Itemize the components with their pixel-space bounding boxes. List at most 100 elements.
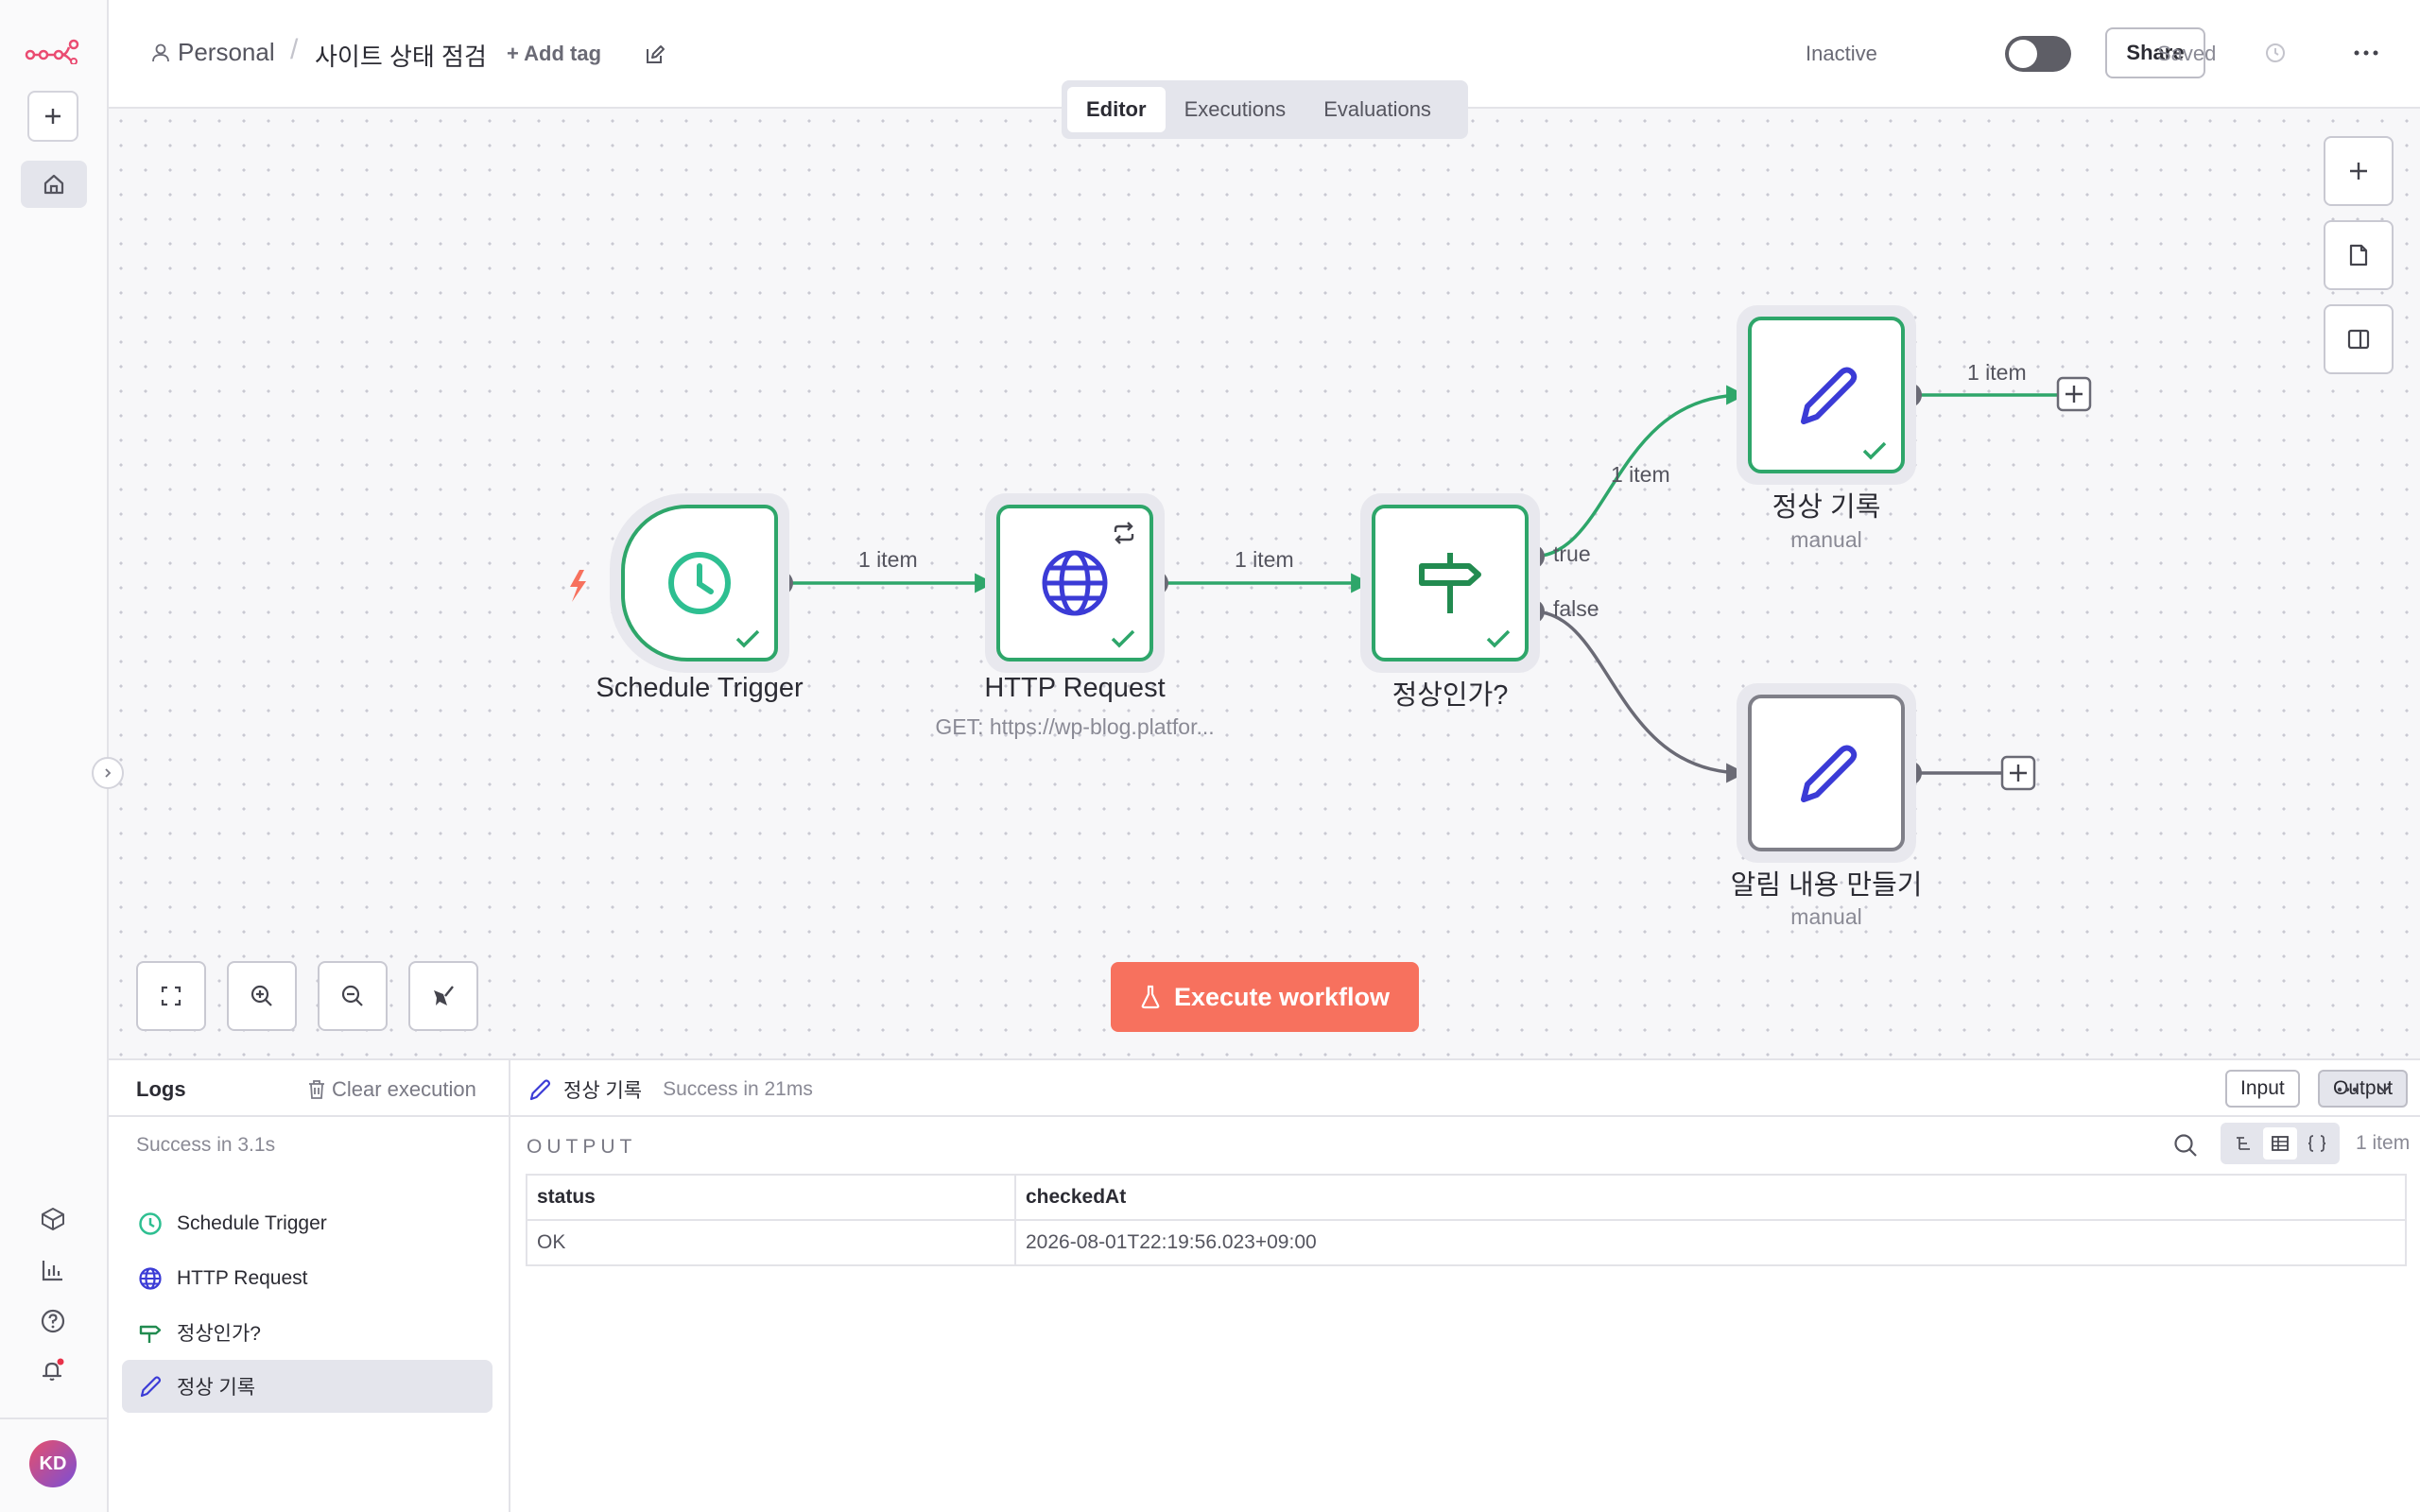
n8n-logo[interactable] — [25, 36, 81, 64]
repeat-icon — [1114, 522, 1134, 544]
success-check-icon — [1862, 441, 1887, 460]
home-nav[interactable] — [21, 161, 87, 208]
zoom-in-button[interactable] — [227, 961, 297, 1031]
node-normal-record[interactable] — [1737, 305, 1916, 485]
logs-panel: Logs Clear execution Success in 3.1s Sch… — [109, 1058, 2420, 1512]
log-item-label: HTTP Request — [177, 1267, 308, 1289]
pencil-icon — [1801, 745, 1858, 802]
node-subtitle: manual — [1790, 904, 1862, 929]
expand-sidebar-button[interactable] — [92, 757, 124, 789]
help-nav[interactable] — [36, 1304, 70, 1338]
fit-view-button[interactable] — [136, 961, 206, 1031]
chevron-down-icon[interactable] — [2375, 1081, 2394, 1096]
flask-icon — [1141, 985, 1160, 1009]
table-header-row: status checkedAt — [526, 1174, 2407, 1221]
tab-editor[interactable]: Editor — [1067, 87, 1166, 132]
workflow-name[interactable]: 사이트 상태 점검 — [315, 38, 487, 73]
tidy-up-button[interactable] — [408, 961, 478, 1031]
active-status-label: Inactive — [1806, 42, 1877, 65]
panel-divider — [512, 1115, 2420, 1117]
clock-icon — [137, 1211, 164, 1237]
add-sticky-note-button[interactable] — [2324, 220, 2394, 290]
edit-description-icon[interactable] — [644, 43, 666, 66]
tab-executions[interactable]: Executions — [1166, 87, 1305, 132]
connection-count-label: 1 item — [1967, 360, 2027, 385]
output-view-button[interactable]: Output — [2318, 1070, 2409, 1108]
plus-icon — [2350, 163, 2367, 180]
table-cell[interactable]: OK — [526, 1219, 1016, 1266]
history-icon[interactable] — [2264, 42, 2287, 64]
pencil-icon — [529, 1079, 551, 1101]
display-mode-toggle — [2221, 1123, 2340, 1164]
lightning-icon — [570, 570, 586, 602]
workflow-canvas[interactable]: 1 item 1 item 1 item true false 1 item S… — [109, 109, 2420, 1058]
node-schedule-trigger[interactable] — [610, 493, 789, 673]
notifications-nav[interactable] — [36, 1353, 70, 1387]
node-body — [1372, 505, 1529, 662]
tab-evaluations[interactable]: Evaluations — [1305, 87, 1450, 132]
node-alert-message[interactable] — [1737, 683, 1916, 863]
selected-node-header: 정상 기록 Success in 21ms — [527, 1075, 813, 1104]
clear-execution-label: Clear execution — [332, 1077, 476, 1101]
plus-icon — [45, 109, 60, 124]
connections-layer — [570, 376, 2092, 791]
add-button[interactable] — [27, 91, 78, 142]
toggle-knob — [2009, 40, 2037, 68]
success-check-icon — [735, 629, 760, 648]
log-item-if[interactable]: 정상인가? — [122, 1306, 493, 1359]
saved-status: Saved — [2157, 42, 2217, 65]
home-icon — [43, 174, 64, 195]
zoom-in-icon — [251, 985, 272, 1006]
avatar[interactable]: KD — [29, 1440, 77, 1487]
table-view-button[interactable] — [2262, 1127, 2297, 1160]
node-subtitle: manual — [1790, 527, 1862, 552]
log-item-schedule-trigger[interactable]: Schedule Trigger — [122, 1197, 493, 1250]
clock-icon — [668, 552, 731, 614]
node-label: HTTP Request — [984, 673, 1166, 703]
clear-execution-button[interactable]: Clear execution — [307, 1077, 476, 1102]
log-item-normal-record[interactable]: 정상 기록 — [122, 1360, 493, 1413]
view-tabs: Editor Executions Evaluations — [1062, 80, 1468, 139]
node-body — [996, 505, 1153, 662]
log-item-label: 정상인가? — [177, 1323, 261, 1345]
add-node-panel-button[interactable] — [2324, 136, 2394, 206]
add-node-button[interactable] — [2000, 755, 2036, 791]
trash-icon — [309, 1080, 324, 1099]
active-toggle[interactable] — [2005, 36, 2071, 72]
execution-summary: Success in 3.1s — [136, 1134, 276, 1156]
templates-nav[interactable] — [36, 1202, 70, 1236]
node-label: 정상 기록 — [1772, 492, 1881, 523]
bar-chart-icon — [42, 1261, 62, 1281]
node-if[interactable] — [1360, 493, 1540, 673]
input-view-button[interactable]: Input — [2225, 1070, 2300, 1108]
more-options-icon[interactable] — [2353, 49, 2379, 57]
execute-workflow-button[interactable]: Execute workflow — [1111, 962, 1419, 1032]
output-item-count: 1 item — [2356, 1132, 2411, 1154]
globe-icon — [137, 1265, 164, 1292]
zoom-out-button[interactable] — [318, 961, 388, 1031]
table-cell[interactable]: 2026-08-01T22:19:56.023+09:00 — [1014, 1219, 2407, 1266]
zoom-out-icon — [341, 985, 363, 1006]
more-options-icon[interactable] — [2337, 1087, 2358, 1092]
breadcrumb-project[interactable]: Personal — [151, 38, 275, 67]
panel-right-icon — [2347, 329, 2370, 350]
chevron-right-icon — [105, 768, 112, 778]
log-item-http-request[interactable]: HTTP Request — [122, 1252, 493, 1305]
execute-workflow-label: Execute workflow — [1173, 982, 1391, 1011]
table-row: OK 2026-08-01T22:19:56.023+09:00 — [526, 1219, 2407, 1266]
schema-view-button[interactable] — [2226, 1127, 2260, 1160]
insights-nav[interactable] — [36, 1253, 70, 1287]
add-tag-button[interactable]: + Add tag — [507, 42, 601, 66]
toggle-panel-button[interactable] — [2324, 304, 2394, 374]
help-icon — [41, 1309, 65, 1333]
node-label: 정상인가? — [1392, 680, 1509, 711]
connection-count-label: 1 item — [858, 547, 918, 572]
add-node-button[interactable] — [2056, 376, 2092, 412]
success-check-icon — [1486, 629, 1511, 648]
node-http-request[interactable] — [985, 493, 1165, 673]
json-view-button[interactable] — [2300, 1127, 2334, 1160]
log-item-label: Schedule Trigger — [177, 1212, 327, 1234]
output-table: status checkedAt OK 2026-08-01T22:19:56.… — [526, 1174, 2407, 1266]
true-branch-label: true — [1553, 541, 1591, 566]
search-icon[interactable] — [2172, 1132, 2199, 1159]
